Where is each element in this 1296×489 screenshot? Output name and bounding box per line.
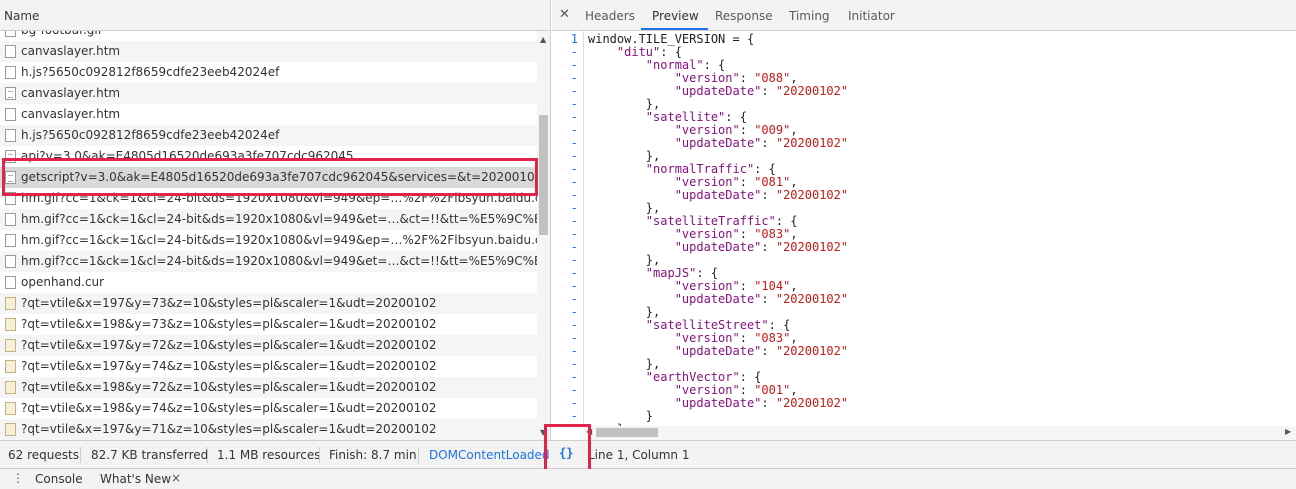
- request-details-panel: ✕ Headers Preview Response Timing Initia…: [552, 0, 1296, 440]
- divider: [319, 447, 320, 463]
- network-request-panel: Name bg-footbar.gif canvaslayer.htm h.js?5…: [0, 0, 551, 440]
- close-details-icon[interactable]: ✕: [559, 7, 570, 22]
- finish-time: Finish: 8.7 min: [329, 448, 417, 462]
- request-row[interactable]: h.js?5650c092812f8659cdfe23eeb42024ef: [0, 125, 537, 146]
- requests-count: 62 requests: [8, 448, 79, 462]
- image-icon: [5, 402, 16, 415]
- file-icon: [5, 255, 16, 268]
- request-name: hm.gif?cc=1&ck=1&cl=24-bit&ds=1920x1080&…: [21, 233, 537, 247]
- request-name: h.js?5650c092812f8659cdfe23eeb42024ef: [21, 128, 280, 142]
- divider: [80, 447, 81, 463]
- line-number-gutter: 1------------------------------: [552, 31, 584, 426]
- divider: [418, 447, 419, 463]
- details-tab-bar: ✕ Headers Preview Response Timing Initia…: [552, 0, 1296, 31]
- more-options-icon[interactable]: ⋮: [12, 471, 24, 485]
- document-icon: [5, 87, 16, 100]
- code-horizontal-scrollbar[interactable]: ◀ ▶: [584, 426, 1296, 440]
- request-row[interactable]: ?qt=vtile&x=197&y=72&z=10&styles=pl&scal…: [0, 335, 537, 356]
- request-name: bg-footbar.gif: [21, 31, 102, 41]
- request-list: bg-footbar.gif canvaslayer.htm h.js?5650c0…: [0, 31, 537, 440]
- devtools-window: Name bg-footbar.gif canvaslayer.htm h.js?5…: [0, 0, 1296, 489]
- request-name: ?qt=vtile&x=198&y=74&z=10&styles=pl&scal…: [21, 401, 437, 415]
- highlight-box-selected-request: [2, 158, 538, 196]
- tab-preview[interactable]: Preview: [652, 9, 699, 23]
- file-icon: [5, 31, 16, 37]
- image-icon: [5, 360, 16, 373]
- request-row[interactable]: ?qt=vtile&x=197&y=74&z=10&styles=pl&scal…: [0, 356, 537, 377]
- request-row[interactable]: ?qt=vtile&x=197&y=73&z=10&styles=pl&scal…: [0, 293, 537, 314]
- active-tab-indicator: [641, 28, 708, 30]
- drawer-tab-whats-new[interactable]: What's New: [100, 472, 171, 486]
- scrollbar-thumb[interactable]: [539, 115, 548, 235]
- image-icon: [5, 339, 16, 352]
- request-name: ?qt=vtile&x=197&y=72&z=10&styles=pl&scal…: [21, 338, 437, 352]
- file-icon: [5, 234, 16, 247]
- scroll-right-arrow-icon[interactable]: ▶: [1285, 427, 1291, 436]
- request-row[interactable]: openhand.cur: [0, 272, 537, 293]
- request-name: canvaslayer.htm: [21, 86, 121, 100]
- request-name: ?qt=vtile&x=198&y=72&z=10&styles=pl&scal…: [21, 380, 437, 394]
- highlight-box-pretty-print: [544, 424, 591, 474]
- request-row[interactable]: hm.gif?cc=1&ck=1&cl=24-bit&ds=1920x1080&…: [0, 251, 537, 272]
- request-row[interactable]: hm.gif?cc=1&ck=1&cl=24-bit&ds=1920x1080&…: [0, 230, 537, 251]
- cursor-position: Line 1, Column 1: [588, 448, 690, 462]
- name-column-label: Name: [4, 9, 40, 23]
- request-name: hm.gif?cc=1&ck=1&cl=24-bit&ds=1920x1080&…: [21, 254, 537, 268]
- request-name: ?qt=vtile&x=198&y=73&z=10&styles=pl&scal…: [21, 317, 437, 331]
- request-row[interactable]: hm.gif?cc=1&ck=1&cl=24-bit&ds=1920x1080&…: [0, 209, 537, 230]
- drawer-tab-bar: ⋮ Console What's New ×: [0, 469, 1296, 489]
- request-row[interactable]: ?qt=vtile&x=198&y=72&z=10&styles=pl&scal…: [0, 377, 537, 398]
- tab-timing[interactable]: Timing: [789, 9, 830, 23]
- horizontal-scrollbar-thumb[interactable]: [596, 428, 658, 437]
- tab-initiator[interactable]: Initiator: [848, 9, 895, 23]
- request-row[interactable]: ?qt=vtile&x=198&y=74&z=10&styles=pl&scal…: [0, 398, 537, 419]
- file-icon: [5, 45, 16, 58]
- request-row[interactable]: h.js?5650c092812f8659cdfe23eeb42024ef: [0, 62, 537, 83]
- request-row[interactable]: bg-footbar.gif: [0, 31, 537, 41]
- preview-code-view[interactable]: 1------------------------------ window.T…: [552, 31, 1296, 426]
- image-icon: [5, 423, 16, 436]
- request-name: ?qt=vtile&x=197&y=74&z=10&styles=pl&scal…: [21, 359, 437, 373]
- status-bar: 62 requests 82.7 KB transferred 1.1 MB r…: [0, 440, 1296, 469]
- file-icon: [5, 129, 16, 142]
- request-row[interactable]: canvaslayer.htm: [0, 41, 537, 62]
- image-icon: [5, 381, 16, 394]
- request-name: hm.gif?cc=1&ck=1&cl=24-bit&ds=1920x1080&…: [21, 212, 537, 226]
- image-icon: [5, 297, 16, 310]
- request-row[interactable]: ?qt=vtile&x=198&y=73&z=10&styles=pl&scal…: [0, 314, 537, 335]
- tab-response[interactable]: Response: [715, 9, 773, 23]
- request-name: h.js?5650c092812f8659cdfe23eeb42024ef: [21, 65, 280, 79]
- request-rows: bg-footbar.gif canvaslayer.htm h.js?5650c0…: [0, 31, 537, 440]
- scroll-up-arrow-icon[interactable]: ▲: [540, 35, 546, 44]
- request-name: openhand.cur: [21, 275, 105, 289]
- file-icon: [5, 213, 16, 226]
- transferred-size: 82.7 KB transferred: [91, 448, 209, 462]
- request-list-scrollbar[interactable]: ▲ ▼: [537, 31, 550, 440]
- code-lines: window.TILE_VERSION = { "ditu": { "norma…: [588, 33, 848, 427]
- request-row[interactable]: canvaslayer.htm: [0, 83, 537, 104]
- drawer-tab-console[interactable]: Console: [35, 472, 83, 486]
- file-icon: [5, 108, 16, 121]
- resources-size: 1.1 MB resources: [217, 448, 321, 462]
- image-icon: [5, 318, 16, 331]
- file-icon: [5, 66, 16, 79]
- request-name: canvaslayer.htm: [21, 44, 121, 58]
- request-name: ?qt=vtile&x=197&y=71&z=10&styles=pl&scal…: [21, 422, 437, 436]
- name-column-header[interactable]: Name: [0, 0, 550, 31]
- request-row[interactable]: canvaslayer.htm: [0, 104, 537, 125]
- file-icon: [5, 276, 16, 289]
- request-row[interactable]: ?qt=vtile&x=197&y=71&z=10&styles=pl&scal…: [0, 419, 537, 440]
- divider: [207, 447, 208, 463]
- close-drawer-tab-icon[interactable]: ×: [171, 471, 181, 485]
- dom-content-loaded: DOMContentLoaded: [429, 448, 550, 462]
- tab-headers[interactable]: Headers: [585, 9, 635, 23]
- request-name: canvaslayer.htm: [21, 107, 121, 121]
- request-name: ?qt=vtile&x=197&y=73&z=10&styles=pl&scal…: [21, 296, 437, 310]
